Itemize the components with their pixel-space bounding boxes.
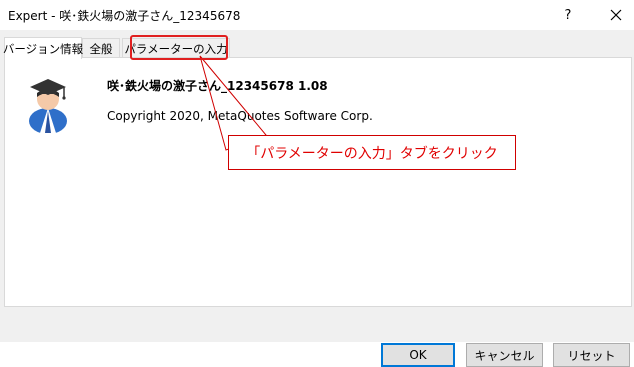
- instruction-callout: 「パラメーターの入力」タブをクリック: [228, 135, 516, 170]
- callout-pointer-icon: [199, 55, 267, 151]
- ok-button[interactable]: OK: [381, 343, 455, 367]
- cancel-button[interactable]: キャンセル: [466, 343, 543, 367]
- reset-button[interactable]: リセット: [553, 343, 630, 367]
- highlight-box: [130, 35, 228, 60]
